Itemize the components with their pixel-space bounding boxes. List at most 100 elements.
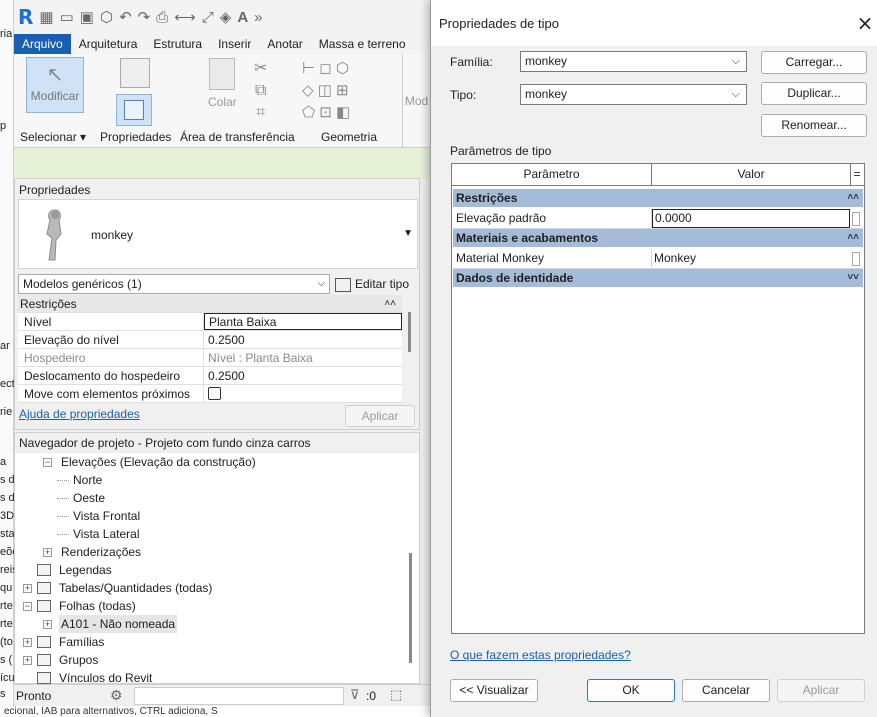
category-filter-select[interactable]: Modelos genéricos (1) ⌵ [18,274,330,294]
tree-item[interactable]: + Grupos [15,651,407,669]
edit-type-button[interactable]: Editar tipo [335,274,415,294]
expand-icon[interactable]: + [23,638,32,647]
align-icon[interactable]: ⤢ [202,9,214,26]
property-value[interactable]: 0.2500 [204,367,402,384]
family-select[interactable]: monkey ⌵ [520,51,747,72]
print-icon[interactable]: ⎙ [156,9,168,26]
cancel-button[interactable]: Cancelar [682,679,770,702]
tree-item[interactable]: Norte [15,471,407,489]
tree-item[interactable]: + Famílias [15,633,407,651]
parameter-group-header[interactable]: Dados de identidade ˅˅ [453,269,863,287]
tab-arquivo[interactable]: Arquivo [14,34,71,54]
formula-button[interactable] [850,209,862,228]
undo-icon[interactable]: ↶ [119,8,132,26]
preview-button[interactable]: << Visualizar [450,679,538,702]
property-value[interactable]: Planta Baixa [204,313,402,330]
vertical-scrollbar[interactable] [408,312,411,352]
tree-item[interactable]: Legendas [15,561,407,579]
type-selector[interactable]: monkey ▼ [18,199,418,269]
load-button[interactable]: Carregar... [761,51,867,74]
tab-massa-e-terreno[interactable]: Massa e terreno [311,34,414,54]
apply-button[interactable]: Aplicar [777,679,865,702]
tab-inserir[interactable]: Inserir [210,34,259,54]
cut-icon[interactable]: ✂ ⧉ ⌗ [254,58,267,124]
modify-button[interactable]: ↖ Modificar [26,57,84,113]
properties-button[interactable]: Propriedades [100,130,171,144]
duplicate-button[interactable]: Duplicar... [761,82,867,105]
help-link[interactable]: O que fazem estas propriedades? [450,648,631,662]
tag-icon[interactable]: ◈ [220,8,232,26]
parameter-name: Elevação padrão [453,209,652,228]
properties-icon[interactable] [116,94,152,126]
parameter-group-header[interactable]: Restrições ˄˄ [453,189,863,207]
close-icon[interactable]: × [855,12,875,34]
expand-icon[interactable]: + [43,548,52,557]
property-value[interactable]: 0.2500 [204,331,402,348]
tree-item-label: Grupos [59,653,99,667]
vertical-scrollbar[interactable] [409,553,412,663]
revit-logo-icon[interactable]: R [18,5,33,29]
parameter-row: Elevação padrão 0.0000 [453,209,863,229]
parameter-value[interactable]: 0.0000 [652,209,850,228]
tree-item[interactable]: + Renderizações [15,543,407,561]
tree-item[interactable]: − Elevações (Elevação da construção) [15,453,407,471]
open-icon[interactable]: ▦ [39,8,53,26]
tree-item[interactable]: + Tabelas/Quantidades (todas) [15,579,407,597]
rename-button[interactable]: Renomear... [761,114,867,137]
links-icon[interactable]: ⬚ [390,687,402,703]
column-header-parameter[interactable]: Parâmetro [452,164,652,185]
tab-arquitetura[interactable]: Arquitetura [71,34,146,54]
formula-button[interactable] [850,249,862,268]
apply-button[interactable]: Aplicar [345,405,415,427]
ok-button[interactable]: OK [587,679,675,702]
parameter-value[interactable]: Monkey [652,249,850,268]
expand-icon[interactable]: + [23,656,32,665]
modify-group-partial[interactable]: Mod [402,54,430,148]
collapse-icon[interactable]: − [23,602,32,611]
properties-help-link[interactable]: Ajuda de propriedades [19,407,140,421]
property-name: Move com elementos próximos [18,385,204,402]
column-header-value[interactable]: Valor [652,164,851,185]
status-hint: ecional, IAB para alternativos, CTRL adi… [0,706,430,717]
property-value[interactable] [204,385,402,402]
parameter-group-header[interactable]: Materiais e acabamentos ˄˄ [453,229,863,247]
column-header-formula[interactable]: = [851,164,863,185]
move-with-nearby-checkbox[interactable] [208,387,221,400]
expand-icon[interactable]: + [23,584,32,593]
section-header[interactable]: Restrições ˄˄ [18,295,402,313]
type-select[interactable]: monkey ⌵ [520,84,747,105]
family-type-icon[interactable] [120,58,150,88]
property-row: Elevação do nível 0.2500 [18,331,402,349]
redo-icon[interactable]: ↷ [138,8,151,26]
status-text: Pronto [16,689,52,703]
project-browser-title: Navegador de projeto - Projeto com fundo… [15,433,419,453]
tree-item[interactable]: Vista Frontal [15,507,407,525]
tab-anotar[interactable]: Anotar [259,34,310,54]
tab-estrutura[interactable]: Estrutura [145,34,210,54]
workset-selector[interactable] [134,687,344,705]
collapse-icon[interactable]: ˄˄ [847,189,859,207]
more-icon[interactable]: » [254,9,262,26]
geometry-tools-icon[interactable]: ⊢ ◻ ⬡ ◇ ◫ ⊞ ⬠ ⊡ ◧ [302,58,350,124]
tree-item[interactable]: − Folhas (todas) [15,597,407,615]
tree-item[interactable]: Vista Lateral [15,525,407,543]
property-row: Hospedeiro Nível : Planta Baixa [18,349,402,367]
tree-item[interactable]: + A101 - Não nomeada [15,615,407,633]
expand-icon[interactable]: + [43,620,52,629]
sync-icon[interactable]: ⬡ [100,8,113,26]
save-icon[interactable]: ▣ [80,8,94,26]
chevron-down-icon: ⌵ [731,55,740,67]
options-bar [14,148,430,178]
collapse-icon[interactable]: ˄˄ [847,229,859,247]
folder-icon[interactable]: ▭ [60,8,74,26]
collapse-icon[interactable]: − [43,458,52,467]
filter-icon[interactable]: ⊽ [350,687,360,703]
expand-icon[interactable]: ˅˅ [847,269,859,287]
tree-item[interactable]: Oeste [15,489,407,507]
select-dropdown[interactable]: Selecionar ▾ [20,130,86,144]
properties-panel: Propriedades monkey ▼ Modelos genéricos … [14,178,420,430]
workset-icon[interactable]: ⚙ [110,687,123,704]
measure-icon[interactable]: ⟷ [174,8,196,26]
clipped-text: s ( [0,654,13,666]
text-icon[interactable]: A [237,9,248,26]
